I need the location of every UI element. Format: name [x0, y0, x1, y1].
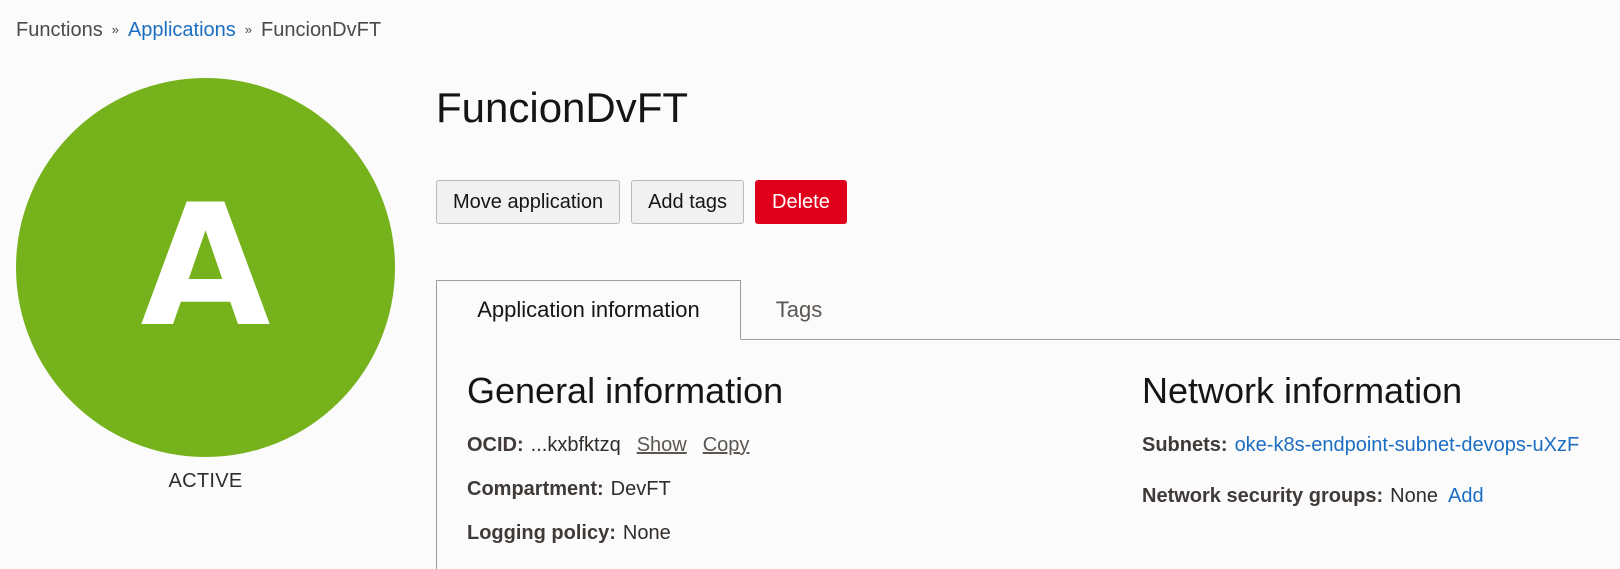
breadcrumb-functions[interactable]: Functions — [16, 19, 103, 42]
general-information-heading: General information — [467, 370, 784, 411]
logging-policy-row: Logging policy: None — [467, 522, 783, 545]
tab-application-information[interactable]: Application information — [436, 280, 741, 340]
application-avatar: A — [16, 78, 395, 457]
network-information-section: Network information Subnets: oke-k8s-end… — [1142, 370, 1579, 508]
network-information-heading: Network information — [1142, 370, 1463, 411]
compartment-label: Compartment: — [467, 478, 604, 500]
breadcrumb-separator-icon: » — [244, 22, 253, 37]
network-security-groups-label: Network security groups: — [1142, 485, 1384, 507]
logging-policy-value: None — [622, 522, 671, 544]
breadcrumb-current: FuncionDvFT — [261, 19, 382, 41]
application-details-page: Functions » Applications » FuncionDvFT A… — [0, 0, 1620, 569]
tab-panel-border — [436, 339, 437, 569]
breadcrumb-separator-icon: » — [111, 22, 119, 37]
ocid-label: OCID: — [467, 434, 524, 456]
breadcrumb-applications-link[interactable]: Applications — [128, 19, 236, 42]
add-tags-button[interactable]: Add tags — [631, 180, 745, 224]
avatar-letter: A — [140, 167, 271, 364]
network-security-groups-row: Network security groups: None Add — [1142, 485, 1579, 508]
subnets-label: Subnets: — [1142, 434, 1228, 456]
logging-policy-label: Logging policy: — [467, 522, 616, 544]
status-label: ACTIVE — [168, 470, 243, 492]
subnet-link[interactable]: oke-k8s-endpoint-subnet-devops-uXzF — [1235, 434, 1580, 457]
compartment-value: DevFT — [610, 478, 671, 500]
ocid-copy-link[interactable]: Copy — [703, 434, 750, 457]
breadcrumb: Functions » Applications » FuncionDvFT — [16, 19, 381, 42]
ocid-value: ...kxbfktzq — [530, 434, 621, 456]
tab-bar: Application information Tags — [436, 280, 1620, 340]
subnets-row: Subnets: oke-k8s-endpoint-subnet-devops-… — [1142, 434, 1579, 457]
compartment-row: Compartment: DevFT — [467, 478, 783, 501]
network-security-groups-value: None — [1390, 485, 1438, 507]
page-title: FuncionDvFT — [436, 84, 689, 131]
ocid-show-link[interactable]: Show — [637, 434, 687, 457]
move-application-button[interactable]: Move application — [436, 180, 621, 224]
tab-tags[interactable]: Tags — [741, 280, 857, 339]
general-information-section: General information OCID: ...kxbfktzq Sh… — [467, 370, 783, 545]
ocid-row: OCID: ...kxbfktzq Show Copy — [467, 434, 783, 457]
add-network-security-group-link[interactable]: Add — [1448, 485, 1484, 508]
delete-button[interactable]: Delete — [755, 180, 847, 224]
action-buttons: Move application Add tags Delete — [436, 180, 847, 224]
